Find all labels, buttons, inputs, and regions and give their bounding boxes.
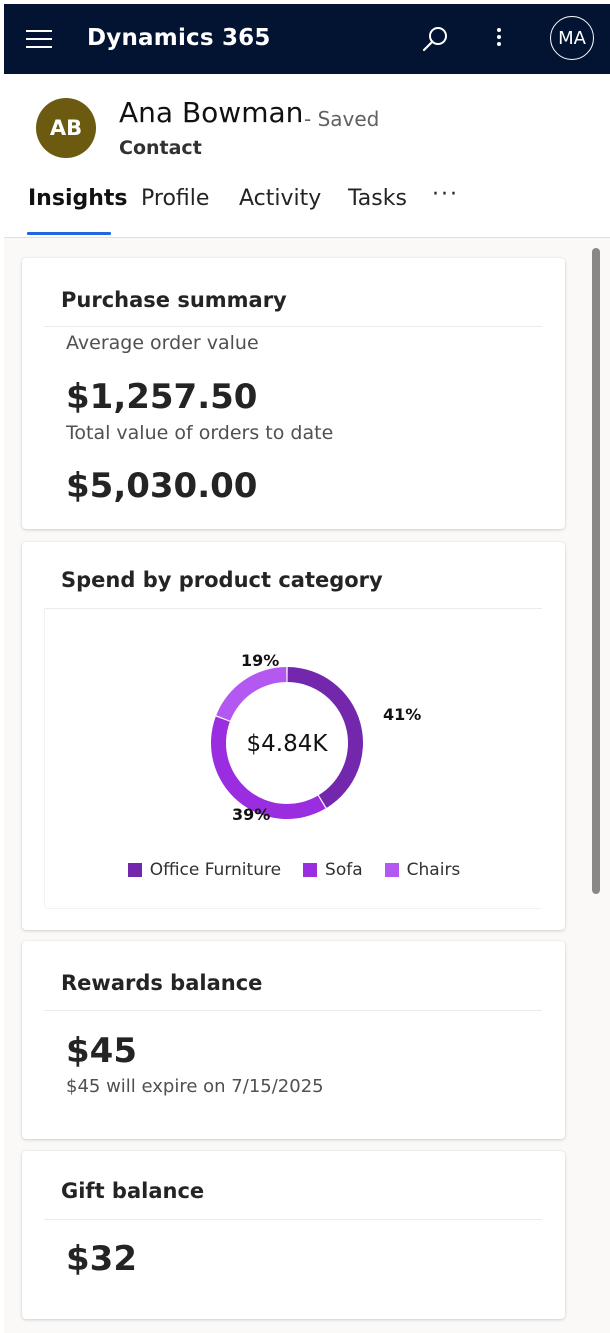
- app-title: Dynamics 365: [87, 25, 271, 51]
- more-options-icon[interactable]: [488, 24, 510, 54]
- slice-percent-label: 39%: [232, 805, 270, 824]
- spend-by-category-card: Spend by product category 41% 39% 19% $4.84…: [22, 542, 565, 930]
- legend-item-sofa[interactable]: Sofa: [303, 860, 363, 880]
- card-title: Spend by product category: [61, 568, 383, 592]
- tab-insights[interactable]: Insights: [28, 186, 128, 225]
- total-orders-label: Total value of orders to date: [66, 422, 334, 444]
- card-title: Gift balance: [61, 1179, 205, 1203]
- active-tab-indicator: [27, 232, 111, 235]
- legend-label: Office Furniture: [149, 860, 282, 880]
- user-avatar[interactable]: MA: [550, 16, 594, 60]
- chart-legend: Office Furniture Sofa Chairs: [45, 860, 543, 880]
- card-divider: [44, 1219, 542, 1220]
- card-title: Rewards balance: [61, 971, 263, 995]
- slice-percent-label: 19%: [241, 651, 279, 670]
- average-order-label: Average order value: [66, 332, 259, 354]
- app-frame: Dynamics 365 MA AB Ana Bowman - Saved Co…: [4, 4, 610, 1333]
- tab-activity[interactable]: Activity: [239, 186, 321, 225]
- slice-percent-label: 41%: [383, 705, 421, 724]
- card-title: Purchase summary: [61, 288, 287, 312]
- rewards-value: $45: [66, 1031, 137, 1071]
- legend-swatch: [384, 863, 399, 877]
- tab-bar: Insights Profile Activity Tasks ···: [4, 182, 610, 237]
- record-type: Contact: [119, 137, 202, 159]
- legend-item-chairs[interactable]: Chairs: [384, 860, 461, 880]
- avatar: AB: [36, 98, 96, 158]
- top-app-bar: Dynamics 365 MA: [4, 4, 610, 74]
- legend-swatch: [127, 863, 142, 877]
- record-header: AB Ana Bowman - Saved Contact Insights P…: [4, 74, 610, 238]
- gift-value: $32: [66, 1239, 137, 1279]
- legend-label: Sofa: [325, 860, 363, 880]
- card-divider: [44, 326, 542, 327]
- record-name: Ana Bowman: [119, 96, 304, 129]
- legend-swatch: [303, 863, 318, 877]
- save-status: - Saved: [304, 107, 380, 131]
- tabs-more-button[interactable]: ···: [432, 182, 459, 207]
- average-order-value: $1,257.50: [66, 377, 258, 417]
- card-divider: [44, 1010, 542, 1011]
- donut-chart-svg: 41% 39% 19% $4.84K: [210, 651, 421, 824]
- total-orders-value: $5,030.00: [66, 466, 258, 506]
- legend-label: Chairs: [406, 860, 461, 880]
- rewards-balance-card: Rewards balance $45 $45 will expire on 7…: [22, 941, 565, 1139]
- donut-slice-chairs[interactable]: [216, 667, 287, 721]
- purchase-summary-card: Purchase summary Average order value $1,…: [22, 258, 565, 529]
- hamburger-menu-icon[interactable]: [26, 30, 52, 48]
- legend-item-office-furniture[interactable]: Office Furniture: [127, 860, 282, 880]
- search-icon[interactable]: [420, 24, 450, 54]
- tab-profile[interactable]: Profile: [141, 186, 209, 225]
- tab-tasks[interactable]: Tasks: [348, 186, 407, 225]
- donut-chart: 41% 39% 19% $4.84K Office Furniture Sofa Ch…: [44, 608, 543, 909]
- gift-balance-card: Gift balance $32: [22, 1151, 565, 1319]
- vertical-scrollbar[interactable]: [592, 248, 600, 894]
- rewards-expiry-note: $45 will expire on 7/15/2025: [66, 1076, 324, 1097]
- donut-center-total: $4.84K: [247, 731, 329, 757]
